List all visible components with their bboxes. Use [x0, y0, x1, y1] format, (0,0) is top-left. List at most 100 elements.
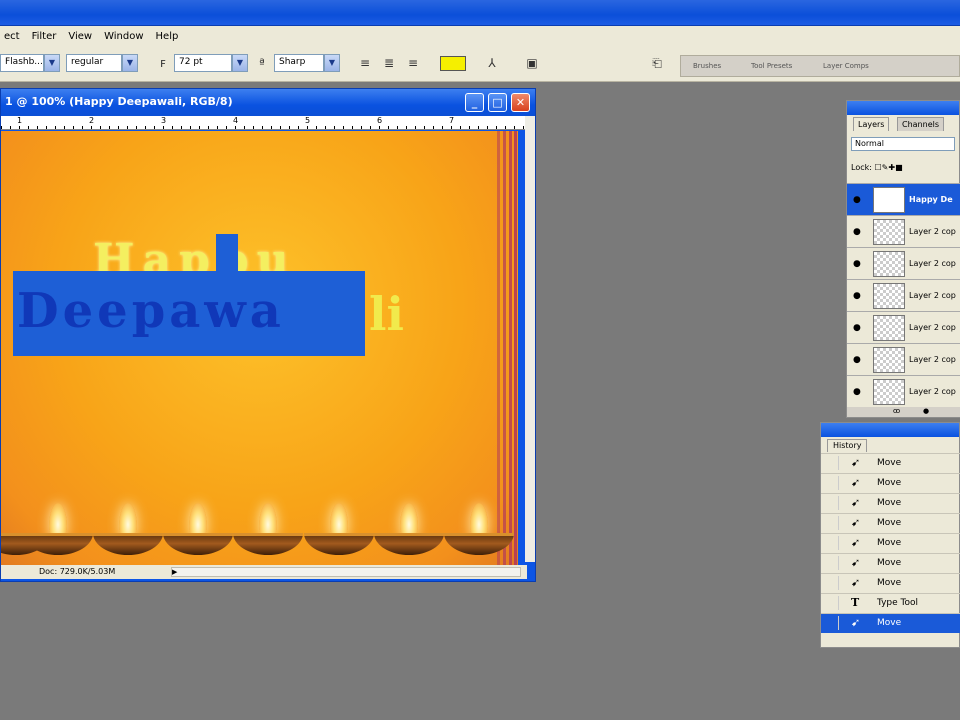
- tab-history[interactable]: History: [827, 439, 868, 452]
- chevron-down-icon[interactable]: ▼: [232, 54, 248, 72]
- history-brush-source[interactable]: [825, 536, 839, 550]
- file-browser-icon[interactable]: ⎗: [648, 54, 666, 72]
- menu-window[interactable]: Window: [100, 31, 151, 42]
- history-palette: History ➹ Move ➹ Move ➹ Move ➹ Move ➹ Move ➹ M…: [820, 422, 960, 648]
- align-center-icon[interactable]: ≣: [380, 54, 398, 72]
- font-size-select[interactable]: 72 pt: [174, 54, 232, 72]
- ruler-number: 7: [449, 116, 455, 125]
- close-icon[interactable]: ✕: [511, 93, 530, 112]
- tab-channels[interactable]: Channels: [897, 117, 945, 131]
- well-tab-layer-comps[interactable]: Layer Comps: [823, 62, 869, 70]
- menu-select[interactable]: ect: [0, 31, 28, 42]
- history-item[interactable]: ➹ Move: [821, 513, 960, 533]
- visibility-eye-icon[interactable]: ●: [853, 387, 861, 397]
- font-family-select[interactable]: Flashb...: [0, 54, 44, 72]
- tab-layers[interactable]: Layers: [853, 117, 890, 131]
- maximize-icon[interactable]: □: [488, 93, 507, 112]
- menu-view[interactable]: View: [64, 31, 100, 42]
- history-item[interactable]: ➹ Move: [821, 553, 960, 573]
- chevron-down-icon[interactable]: ▼: [44, 54, 60, 72]
- image-canvas[interactable]: Happu Deepawa li: [1, 131, 518, 565]
- history-item[interactable]: ➹ Move: [821, 613, 960, 633]
- layer-row[interactable]: ● Layer 2 cop: [847, 343, 960, 375]
- chevron-down-icon[interactable]: ▼: [324, 54, 340, 72]
- diya-lamp: [93, 503, 163, 555]
- border-stripe: [497, 131, 500, 565]
- font-style-select[interactable]: regular: [66, 54, 122, 72]
- visibility-eye-icon[interactable]: ●: [853, 291, 861, 301]
- history-item[interactable]: ➹ Move: [821, 453, 960, 473]
- move-tool-icon: ➹: [851, 556, 861, 569]
- layer-row[interactable]: ● Layer 2 cop: [847, 375, 960, 407]
- align-right-icon[interactable]: ≡: [404, 54, 422, 72]
- lock-label: Lock: ☐✎✚■: [851, 163, 903, 172]
- history-item-label: Move: [877, 578, 902, 588]
- diya-lamp: [163, 503, 233, 555]
- history-brush-source[interactable]: [825, 496, 839, 510]
- lock-label-text: Lock:: [851, 163, 872, 172]
- border-stripe: [509, 131, 512, 565]
- palettes-toggle-icon[interactable]: ▣: [523, 54, 541, 72]
- history-brush-source[interactable]: [825, 476, 839, 490]
- visibility-eye-icon[interactable]: ●: [853, 259, 861, 269]
- layer-name: Layer 2 cop: [909, 291, 956, 300]
- antialias-icon: ª: [259, 56, 265, 70]
- ruler-number: 1: [17, 116, 23, 125]
- visibility-eye-icon[interactable]: ●: [853, 195, 861, 205]
- minimize-icon[interactable]: _: [465, 93, 484, 112]
- move-tool-icon: ➹: [851, 616, 861, 629]
- history-item[interactable]: ➹ Move: [821, 493, 960, 513]
- visibility-eye-icon[interactable]: ●: [853, 355, 861, 365]
- align-left-icon[interactable]: ≡: [356, 54, 374, 72]
- history-item[interactable]: ➹ Move: [821, 573, 960, 593]
- layer-row[interactable]: ● Layer 2 cop: [847, 279, 960, 311]
- history-brush-source[interactable]: [825, 516, 839, 530]
- visibility-eye-icon[interactable]: ●: [853, 323, 861, 333]
- diya-lamp: [304, 503, 374, 555]
- warp-text-icon[interactable]: ⅄: [483, 54, 501, 72]
- layer-name: Layer 2 cop: [909, 355, 956, 364]
- type-tool-icon: T: [851, 596, 860, 609]
- layer-row[interactable]: ● Layer 2 cop: [847, 247, 960, 279]
- visibility-eye-icon[interactable]: ●: [853, 227, 861, 237]
- layer-thumbnail: [873, 347, 905, 373]
- history-item-label: Type Tool: [877, 598, 919, 608]
- layer-row[interactable]: ● Layer 2 cop: [847, 311, 960, 343]
- history-brush-source[interactable]: [825, 456, 839, 470]
- vertical-scrollbar[interactable]: [525, 116, 535, 562]
- menu-filter[interactable]: Filter: [28, 31, 65, 42]
- history-item[interactable]: T Type Tool: [821, 593, 960, 613]
- history-item-label: Move: [877, 538, 902, 548]
- text-color-swatch[interactable]: [440, 56, 466, 71]
- blend-mode-select[interactable]: Normal: [851, 137, 955, 151]
- history-item-label: Move: [877, 458, 902, 468]
- history-brush-source[interactable]: [825, 596, 839, 610]
- history-brush-source[interactable]: [825, 616, 839, 630]
- lock-transparency-icon[interactable]: ☐: [874, 163, 881, 172]
- history-item[interactable]: ➹ Move: [821, 533, 960, 553]
- document-window: 1 @ 100% (Happy Deepawali, RGB/8) _ □ ✕ …: [0, 88, 536, 582]
- layer-style-icon[interactable]: ●: [923, 407, 929, 415]
- menu-help[interactable]: Help: [152, 31, 187, 42]
- layer-row[interactable]: ● T Happy De: [847, 183, 960, 215]
- antialias-select[interactable]: Sharp: [274, 54, 324, 72]
- history-brush-source[interactable]: [825, 576, 839, 590]
- well-tab-brushes[interactable]: Brushes: [693, 62, 721, 70]
- link-icon[interactable]: ꝏ: [893, 407, 900, 415]
- history-item[interactable]: ➹ Move: [821, 473, 960, 493]
- palette-title-bar[interactable]: [821, 423, 959, 437]
- history-item-label: Move: [877, 558, 902, 568]
- chevron-down-icon[interactable]: ▼: [122, 54, 138, 72]
- horizontal-scrollbar[interactable]: ▶: [171, 567, 521, 577]
- horizontal-ruler: 1 2 3 4 5 6 7: [1, 116, 527, 130]
- well-tab-tool-presets[interactable]: Tool Presets: [751, 62, 792, 70]
- layer-name: Happy De: [909, 195, 953, 204]
- move-tool-icon: ➹: [851, 516, 861, 529]
- border-stripe: [514, 131, 517, 565]
- history-item-label: Move: [877, 618, 902, 628]
- layer-row[interactable]: ● Layer 2 cop: [847, 215, 960, 247]
- history-brush-source[interactable]: [825, 556, 839, 570]
- text-selection-highlight: [216, 234, 238, 274]
- lock-all-icon[interactable]: ■: [895, 163, 903, 172]
- palette-title-bar[interactable]: [847, 101, 959, 115]
